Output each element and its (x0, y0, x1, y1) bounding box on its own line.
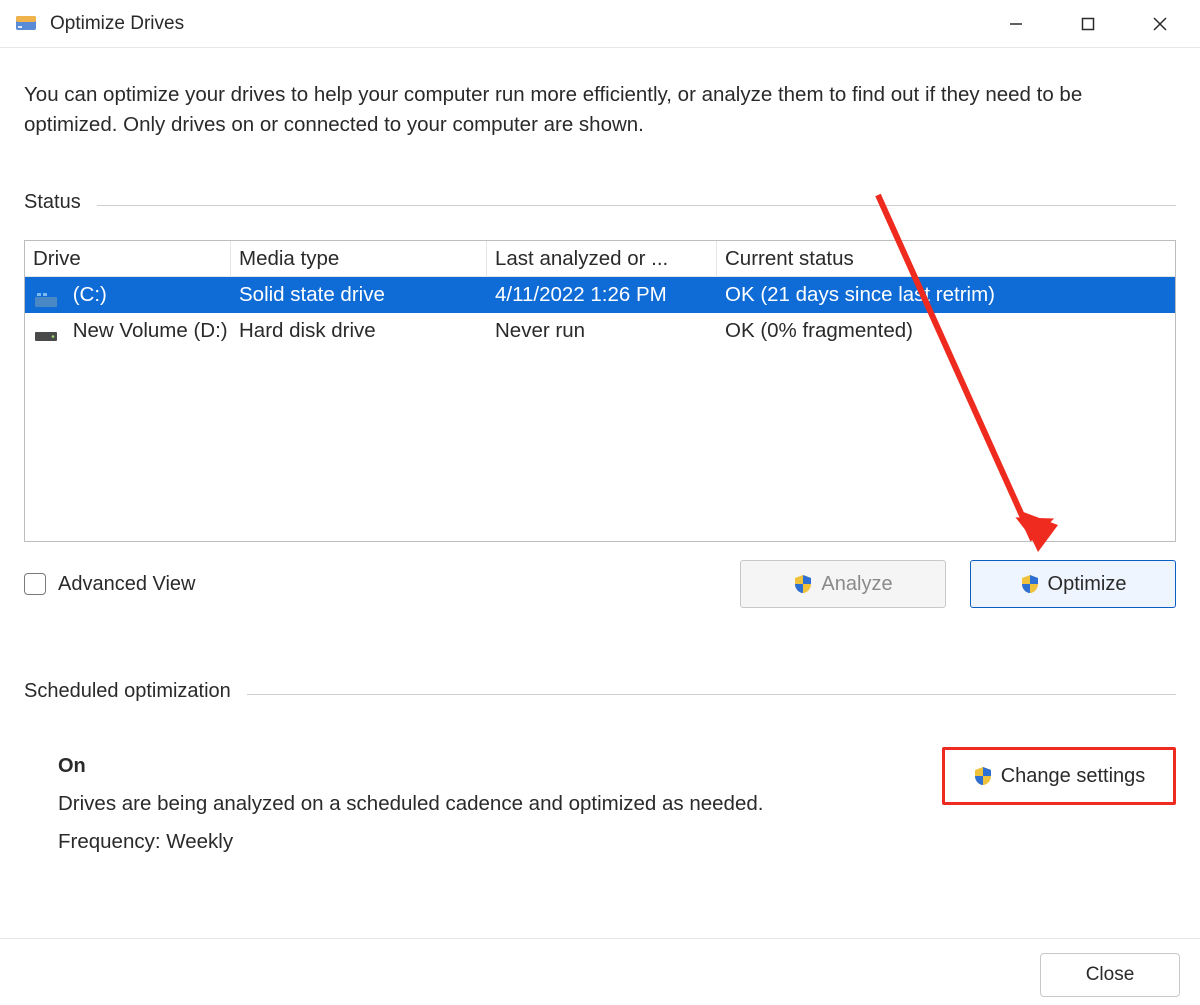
scheduled-description: Drives are being analyzed on a scheduled… (58, 792, 942, 816)
uac-shield-icon (793, 574, 813, 594)
table-header: Drive Media type Last analyzed or ... Cu… (25, 241, 1175, 277)
optimize-button[interactable]: Optimize (970, 560, 1176, 608)
analyze-button[interactable]: Analyze (740, 560, 946, 608)
close-button[interactable]: Close (1040, 953, 1180, 997)
drive-name: (C:) (73, 283, 107, 306)
scheduled-section-header: Scheduled optimization (24, 680, 1176, 703)
media-type: Solid state drive (231, 283, 487, 307)
close-button-label: Close (1086, 964, 1135, 986)
minimize-button[interactable] (1002, 10, 1030, 38)
last-analyzed: Never run (487, 319, 717, 343)
titlebar: Optimize Drives (0, 0, 1200, 48)
intro-text: You can optimize your drives to help you… (24, 80, 1176, 139)
last-analyzed: 4/11/2022 1:26 PM (487, 283, 717, 307)
status-label: Status (24, 191, 81, 214)
analyze-button-label: Analyze (821, 573, 892, 596)
advanced-view-label: Advanced View (58, 573, 196, 596)
optimize-button-label: Optimize (1048, 573, 1127, 596)
col-drive-header[interactable]: Drive (25, 241, 231, 276)
current-status: OK (0% fragmented) (717, 319, 1175, 343)
current-status: OK (21 days since last retrim) (717, 283, 1175, 307)
uac-shield-icon (973, 766, 993, 786)
below-table-row: Advanced View Analyze Optimize (24, 560, 1176, 608)
divider (247, 694, 1176, 695)
drive-name: New Volume (D:) (73, 319, 228, 342)
col-status-header[interactable]: Current status (717, 241, 1175, 276)
advanced-view-checkbox[interactable] (24, 573, 46, 595)
ssd-drive-icon (35, 289, 57, 303)
annotation-highlight: Change settings (942, 747, 1176, 805)
optimize-drives-app-icon (14, 12, 38, 36)
media-type: Hard disk drive (231, 319, 487, 343)
scheduled-frequency: Frequency: Weekly (58, 830, 942, 854)
status-section-header: Status (24, 191, 1176, 214)
dialog-footer: Close (0, 938, 1200, 997)
window-title: Optimize Drives (50, 13, 184, 35)
scheduled-info: On Drives are being analyzed on a schedu… (58, 755, 942, 854)
table-row[interactable]: New Volume (D:) Hard disk drive Never ru… (25, 313, 1175, 349)
col-last-header[interactable]: Last analyzed or ... (487, 241, 717, 276)
col-media-header[interactable]: Media type (231, 241, 487, 276)
table-row[interactable]: (C:) Solid state drive 4/11/2022 1:26 PM… (25, 277, 1175, 313)
caption-buttons (1002, 10, 1192, 38)
divider (97, 205, 1176, 206)
uac-shield-icon (1020, 574, 1040, 594)
change-settings-label: Change settings (1001, 765, 1146, 788)
drives-table: Drive Media type Last analyzed or ... Cu… (24, 240, 1176, 542)
maximize-button[interactable] (1074, 10, 1102, 38)
close-window-button[interactable] (1146, 10, 1174, 38)
scheduled-state: On (58, 755, 942, 778)
scheduled-label: Scheduled optimization (24, 680, 231, 703)
hdd-drive-icon (35, 325, 57, 339)
change-settings-button[interactable]: Change settings (949, 754, 1169, 798)
